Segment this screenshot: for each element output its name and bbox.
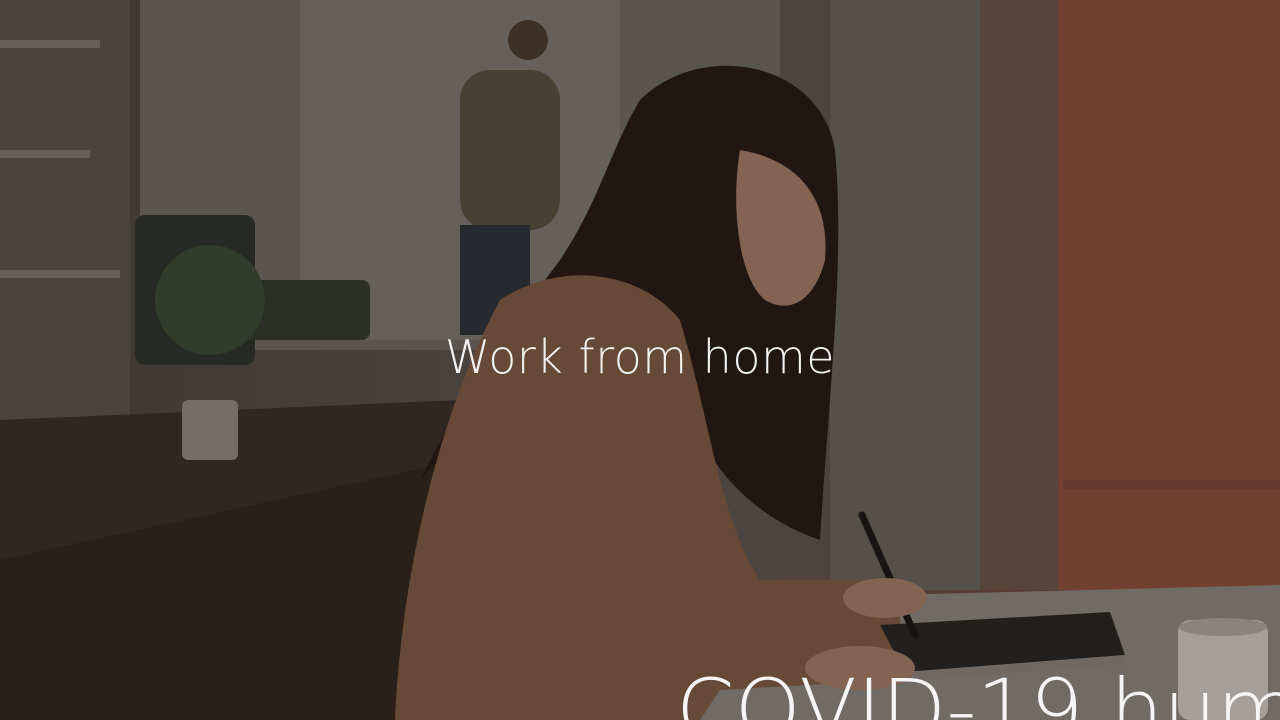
next-slide-heading-text: COVID-19 hum	[676, 664, 1280, 720]
slide-title: Work from home	[444, 330, 836, 384]
next-slide-heading: COVID-19 hum	[676, 664, 1280, 720]
slide: Work from home COVID-19 hum	[0, 0, 1280, 720]
